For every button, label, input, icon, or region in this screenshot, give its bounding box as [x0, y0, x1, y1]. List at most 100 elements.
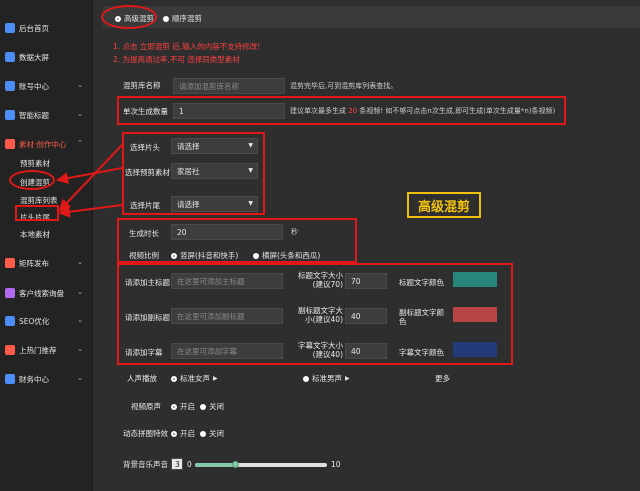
caption-size-label: 字幕文字大小(建议40): [298, 341, 343, 359]
ratio-vertical-radio[interactable]: 竖屏(抖音和快手): [171, 250, 238, 261]
lib-name-label: 混剪库名称: [123, 81, 161, 90]
main-title-label: 请添加主标题: [125, 278, 170, 287]
main-size-input[interactable]: 70: [345, 273, 387, 289]
sidebar-item-label: SEO优化: [19, 316, 50, 326]
dyn-off-radio[interactable]: 关闭: [200, 428, 224, 439]
music-max: 10: [331, 460, 341, 469]
sub-size-input[interactable]: 40: [345, 308, 387, 324]
create-annotation-ring: [9, 170, 55, 190]
slider-knob[interactable]: [232, 461, 239, 468]
sidebar-item-label: 智能标题: [19, 110, 49, 120]
sub-color-label: 副标题文字颜色: [399, 308, 444, 326]
sidebar-item-account[interactable]: 账号中心 ⌄: [0, 76, 93, 96]
sidebar-item-seo[interactable]: SEO优化 ⌄: [0, 311, 93, 331]
music-slider[interactable]: [195, 461, 327, 470]
account-icon: [5, 81, 15, 91]
pre-label: 选择预剪素材: [125, 168, 170, 177]
lib-name-input[interactable]: 请添加混剪库名称: [173, 78, 285, 94]
chevron-down-icon: ⌄: [77, 288, 83, 296]
radio-icon: [200, 403, 206, 410]
main-title-input[interactable]: 在这里可添加主标题: [171, 273, 283, 289]
sidebar-item-label: 数据大屏: [19, 52, 49, 62]
duration-unit: 秒: [291, 228, 298, 236]
main-color-swatch[interactable]: [453, 272, 497, 287]
caption-size-input[interactable]: 40: [345, 343, 387, 359]
pre-select[interactable]: 家居社 ▼: [171, 163, 258, 179]
duration-label: 生成时长: [129, 229, 159, 238]
warning-line-2: 2. 为提高通过率,不可 选择同类型素材: [113, 55, 240, 64]
radio-icon: [200, 430, 206, 437]
head-select[interactable]: 请选择 ▼: [171, 138, 258, 154]
duration-input[interactable]: 20: [171, 224, 283, 240]
caret-down-icon: ▼: [248, 167, 253, 174]
sidebar-item-dashboard[interactable]: 数据大屏: [0, 47, 93, 67]
chevron-down-icon: ⌄: [77, 345, 83, 353]
radio-icon: [253, 252, 259, 259]
voice-label: 人声播放: [127, 374, 157, 383]
music-label: 背景音乐声音: [123, 460, 168, 469]
chevron-down-icon: ⌄: [77, 258, 83, 266]
dyn-on-radio[interactable]: 开启: [171, 428, 195, 439]
sidebar-item-label: 素材·创作中心: [19, 139, 67, 149]
count-input[interactable]: 1: [173, 103, 285, 119]
sidebar-subitem-pre[interactable]: 预剪素材: [20, 158, 50, 169]
orig-on-radio[interactable]: 开启: [171, 401, 195, 412]
chevron-down-icon: ⌄: [77, 316, 83, 324]
music-min: 0: [187, 460, 192, 469]
sidebar-item-title[interactable]: 智能标题 ⌄: [0, 105, 93, 125]
sidebar-item-label: 账号中心: [19, 81, 49, 91]
headtail-annotation-box: [15, 205, 59, 221]
voice-female-radio[interactable]: 标准女声 ▶: [171, 373, 218, 384]
warning-line-1: 1. 点击 立即混剪 后,输入的内容不支持修改!: [113, 42, 261, 51]
sidebar-item-publish[interactable]: 矩阵发布 ⌄: [0, 253, 93, 273]
count-hint: 建议单次最多生成 20 条视频! 如不够可点击n次生成,即可生成(单次生成量*n…: [290, 107, 556, 115]
mode-sequential-label: 顺序混剪: [172, 14, 202, 23]
caption-color-swatch[interactable]: [453, 342, 497, 357]
material-icon: [5, 139, 15, 149]
sidebar-item-leads[interactable]: 客户线索询盘 ⌄: [0, 283, 93, 303]
caret-down-icon: ▼: [248, 142, 253, 149]
head-label: 选择片头: [130, 143, 160, 152]
sidebar-subitem-local[interactable]: 本地素材: [20, 229, 50, 240]
publish-icon: [5, 258, 15, 268]
sidebar: 后台首页 数据大屏 账号中心 ⌄ 智能标题 ⌄ 素材·创作中心 ⌃ 预剪素材 创建混剪…: [0, 0, 93, 491]
play-icon[interactable]: ▶: [213, 375, 218, 382]
sidebar-item-finance[interactable]: 财务中心 ⌄: [0, 369, 93, 389]
sub-title-label: 请添加副标题: [125, 313, 170, 322]
lib-name-hint: 混剪完毕后,可到混剪库列表查找。: [290, 82, 398, 90]
main-panel: 高级混剪 顺序混剪 1. 点击 立即混剪 后,输入的内容不支持修改! 2. 为提…: [93, 0, 640, 491]
tail-select[interactable]: 请选择 ▼: [171, 196, 258, 212]
ratio-horizontal-radio[interactable]: 横屏(头条和西瓜): [253, 250, 320, 261]
mode-annotation-ring: [101, 5, 157, 29]
play-icon[interactable]: ▶: [345, 375, 350, 382]
sidebar-item-label: 矩阵发布: [19, 258, 49, 268]
chevron-down-icon: ⌄: [77, 374, 83, 382]
tail-label: 选择片尾: [130, 201, 160, 210]
mode-sequential-radio[interactable]: 顺序混剪: [163, 13, 202, 24]
finance-icon: [5, 374, 15, 384]
caption-color-label: 字幕文字颜色: [399, 348, 444, 357]
title-icon: [5, 110, 15, 120]
sidebar-item-label: 后台首页: [19, 23, 49, 33]
caption-label: 请添加字幕: [125, 348, 163, 357]
mode-bar: 高级混剪 顺序混剪: [103, 6, 640, 28]
home-icon: [5, 23, 15, 33]
caption-input[interactable]: 在这里可添加字幕: [171, 343, 283, 359]
music-value: 3: [171, 458, 183, 470]
leads-icon: [5, 288, 15, 298]
sub-title-input[interactable]: 在这里可添加副标题: [171, 308, 283, 324]
count-label: 单次生成数量: [123, 107, 168, 116]
dyn-label: 动态拼图特效: [123, 429, 168, 438]
sidebar-item-label: 上热门推荐: [19, 345, 57, 355]
orig-off-radio[interactable]: 关闭: [200, 401, 224, 412]
slider-fill: [195, 463, 235, 467]
orig-label: 视频原声: [131, 402, 161, 411]
voice-male-radio[interactable]: 标准男声 ▶: [303, 373, 350, 384]
sidebar-item-hot[interactable]: 上热门推荐 ⌄: [0, 340, 93, 360]
sidebar-item-home[interactable]: 后台首页: [0, 18, 93, 38]
radio-icon: [303, 375, 309, 382]
sub-color-swatch[interactable]: [453, 307, 497, 322]
radio-selected-icon: [171, 403, 177, 410]
voice-more-link[interactable]: 更多: [435, 373, 450, 384]
sidebar-item-material[interactable]: 素材·创作中心 ⌃: [0, 134, 93, 154]
